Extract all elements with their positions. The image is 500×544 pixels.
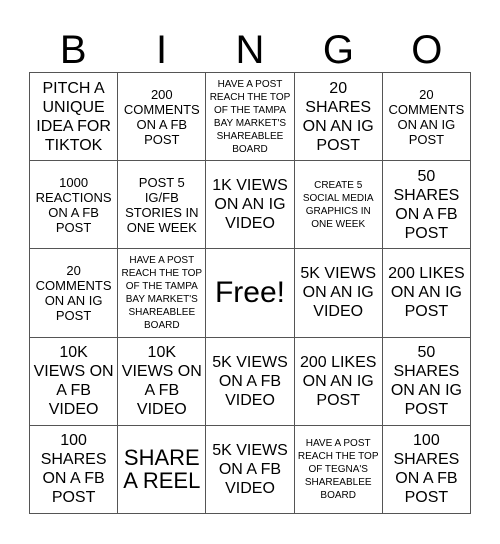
bingo-cell[interactable]: 20 COMMENTS ON AN IG POST bbox=[30, 249, 119, 338]
bingo-cell[interactable]: 200 LIKES ON AN IG POST bbox=[294, 337, 383, 426]
bingo-cell[interactable]: 50 SHARES ON A FB POST bbox=[382, 161, 471, 250]
header-letter-n: N bbox=[235, 28, 265, 72]
bingo-cell[interactable]: POST 5 IG/FB STORIES IN ONE WEEK bbox=[118, 161, 207, 250]
bingo-cell[interactable]: 100 SHARES ON A FB POST bbox=[382, 425, 471, 514]
header-letter-i: I bbox=[156, 28, 168, 72]
header-letter-g: G bbox=[322, 28, 354, 72]
bingo-grid: PITCH A UNIQUE IDEA FOR TIKTOK 200 COMMEN… bbox=[29, 72, 471, 514]
bingo-cell[interactable]: HAVE A POST REACH THE TOP OF TEGNA'S SHA… bbox=[294, 425, 383, 514]
bingo-header: B I N G O bbox=[29, 28, 471, 72]
bingo-cell[interactable]: 5K VIEWS ON A FB VIDEO bbox=[206, 337, 295, 426]
bingo-cell[interactable]: HAVE A POST REACH THE TOP OF THE TAMPA B… bbox=[206, 73, 295, 162]
header-letter-o: O bbox=[411, 28, 443, 72]
bingo-cell[interactable]: 5K VIEWS ON A FB VIDEO bbox=[206, 425, 295, 514]
bingo-cell[interactable]: 20 SHARES ON AN IG POST bbox=[294, 73, 383, 162]
bingo-cell[interactable]: SHARE A REEL bbox=[118, 425, 207, 514]
header-letter-b: B bbox=[59, 28, 87, 72]
bingo-cell[interactable]: 200 COMMENTS ON A FB POST bbox=[118, 73, 207, 162]
bingo-cell[interactable]: 1K VIEWS ON AN IG VIDEO bbox=[206, 161, 295, 250]
bingo-cell[interactable]: 5K VIEWS ON AN IG VIDEO bbox=[294, 249, 383, 338]
bingo-cell[interactable]: 50 SHARES ON AN IG POST bbox=[382, 337, 471, 426]
free-space-cell[interactable]: Free! bbox=[206, 249, 295, 338]
bingo-cell[interactable]: 10K VIEWS ON A FB VIDEO bbox=[30, 337, 119, 426]
bingo-cell[interactable]: 20 COMMENTS ON AN IG POST bbox=[382, 73, 471, 162]
bingo-cell[interactable]: CREATE 5 SOCIAL MEDIA GRAPHICS IN ONE WE… bbox=[294, 161, 383, 250]
bingo-cell[interactable]: HAVE A POST REACH THE TOP OF THE TAMPA B… bbox=[118, 249, 207, 338]
bingo-cell[interactable]: 10K VIEWS ON A FB VIDEO bbox=[118, 337, 207, 426]
bingo-cell[interactable]: 1000 REACTIONS ON A FB POST bbox=[30, 161, 119, 250]
bingo-cell[interactable]: PITCH A UNIQUE IDEA FOR TIKTOK bbox=[30, 73, 119, 162]
bingo-cell[interactable]: 100 SHARES ON A FB POST bbox=[30, 425, 119, 514]
bingo-cell[interactable]: 200 LIKES ON AN IG POST bbox=[382, 249, 471, 338]
